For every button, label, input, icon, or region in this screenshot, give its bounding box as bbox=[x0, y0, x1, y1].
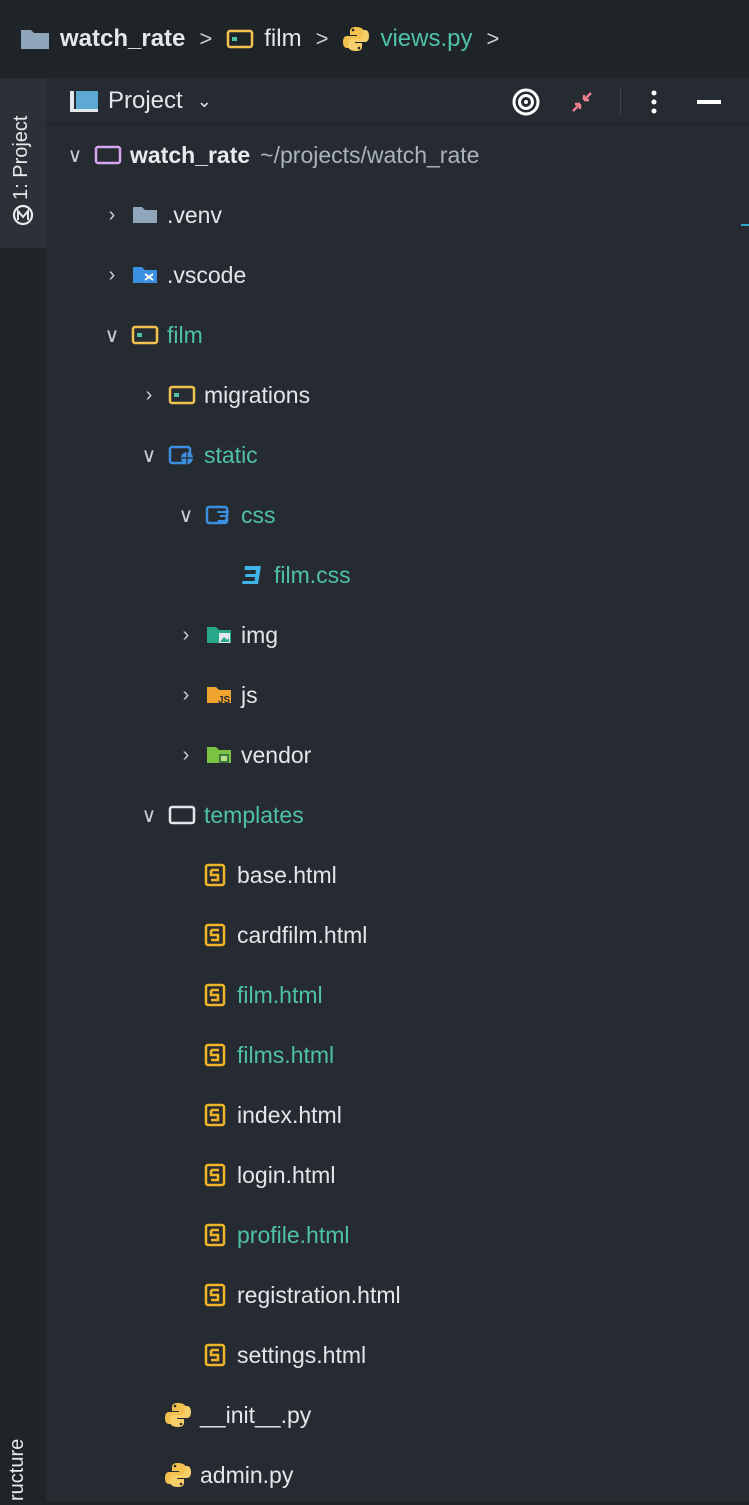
project-view-icon bbox=[70, 91, 98, 112]
python-file-icon bbox=[343, 27, 370, 51]
tree-item-img[interactable]: › img bbox=[175, 605, 278, 665]
chevron-down-icon[interactable]: ∨ bbox=[138, 803, 160, 828]
tree-item-vendor[interactable]: › vendor bbox=[175, 725, 312, 785]
chevron-right-icon[interactable]: › bbox=[175, 744, 197, 767]
panel-header: Project ⌄ bbox=[46, 78, 749, 125]
panel-title: Project bbox=[108, 87, 183, 114]
structure-tab-label[interactable]: ructure bbox=[6, 1439, 29, 1501]
project-view-selector[interactable]: Project ⌄ bbox=[68, 87, 212, 115]
project-tab-label: 1: Project bbox=[10, 115, 32, 200]
breadcrumb-separator: > bbox=[315, 26, 329, 51]
breadcrumb-item-views[interactable]: views.py bbox=[342, 25, 472, 53]
tree-item-css[interactable]: ∨ css bbox=[175, 485, 276, 545]
tree-item-profile-html[interactable]: profile.html bbox=[201, 1205, 349, 1265]
project-tool-tab[interactable]: 1: Project bbox=[0, 78, 46, 248]
package-folder-icon bbox=[227, 29, 254, 49]
more-icon bbox=[651, 90, 657, 114]
more-options-button[interactable] bbox=[636, 84, 672, 120]
package-folder-icon bbox=[131, 323, 159, 347]
chevron-down-icon[interactable]: ∨ bbox=[64, 143, 86, 168]
chevron-down-icon[interactable]: ∨ bbox=[175, 503, 197, 528]
tool-window-strip bbox=[0, 78, 46, 1501]
chevron-down-icon[interactable]: ∨ bbox=[101, 323, 123, 348]
folder-icon bbox=[131, 203, 159, 227]
tree-item-login-html[interactable]: login.html bbox=[201, 1145, 335, 1205]
chevron-down-icon[interactable]: ∨ bbox=[138, 443, 160, 468]
chevron-right-icon[interactable]: › bbox=[175, 684, 197, 707]
navigation-breadcrumb: watch_rate > film > views.py > bbox=[0, 0, 749, 78]
html-file-icon bbox=[201, 923, 229, 947]
image-folder-icon bbox=[205, 623, 233, 647]
js-folder-icon: JS bbox=[205, 683, 233, 707]
breadcrumb-separator: > bbox=[199, 26, 213, 51]
html-file-icon bbox=[201, 1223, 229, 1247]
tree-item-film-css[interactable]: film.css bbox=[238, 545, 351, 605]
chevron-right-icon[interactable]: › bbox=[101, 204, 123, 227]
tree-item-venv[interactable]: › .venv bbox=[101, 185, 222, 245]
tree-item-film[interactable]: ∨ film bbox=[101, 305, 203, 365]
minimize-icon bbox=[697, 100, 721, 104]
locate-button[interactable] bbox=[508, 84, 544, 120]
html-file-icon bbox=[201, 983, 229, 1007]
tree-item-migrations[interactable]: › migrations bbox=[138, 365, 310, 425]
web-folder-icon bbox=[168, 443, 196, 467]
html-file-icon bbox=[201, 863, 229, 887]
css-folder-icon bbox=[205, 503, 233, 527]
folder-icon bbox=[21, 30, 49, 49]
breadcrumb-item-film[interactable]: film bbox=[226, 25, 302, 53]
folder-outline-icon bbox=[94, 143, 122, 167]
tree-item-film-html[interactable]: film.html bbox=[201, 965, 323, 1025]
tree-item-settings-html[interactable]: settings.html bbox=[201, 1325, 366, 1385]
breadcrumb-item-watch-rate[interactable]: watch_rate bbox=[20, 25, 185, 53]
html-file-icon bbox=[201, 1283, 229, 1307]
tree-item-registration-html[interactable]: registration.html bbox=[201, 1265, 401, 1325]
vendor-folder-icon bbox=[205, 743, 233, 767]
tree-item-static[interactable]: ∨ static bbox=[138, 425, 258, 485]
folder-outline-icon bbox=[168, 803, 196, 827]
tree-item-vscode[interactable]: › .vscode bbox=[101, 245, 247, 305]
svg-text:JS: JS bbox=[218, 695, 231, 706]
scroll-indicator bbox=[741, 224, 749, 226]
toolbar-divider bbox=[620, 88, 621, 116]
chevron-right-icon[interactable]: › bbox=[175, 624, 197, 647]
html-file-icon bbox=[201, 1343, 229, 1367]
chevron-down-icon: ⌄ bbox=[196, 90, 212, 111]
css-file-icon bbox=[238, 563, 266, 587]
chevron-right-icon[interactable]: › bbox=[138, 384, 160, 407]
tree-item-cardfilm-html[interactable]: cardfilm.html bbox=[201, 905, 367, 965]
html-file-icon bbox=[201, 1163, 229, 1187]
vscode-folder-icon bbox=[131, 263, 159, 287]
tree-root-watch-rate[interactable]: ∨ watch_rate ~/projects/watch_rate bbox=[64, 125, 480, 185]
breadcrumb-trailing-separator: > bbox=[486, 26, 500, 51]
python-file-icon bbox=[164, 1403, 192, 1427]
tree-item-init-py[interactable]: __init__.py bbox=[164, 1385, 311, 1445]
collapse-icon bbox=[572, 92, 592, 112]
project-tab-icon bbox=[12, 204, 34, 226]
collapse-all-button[interactable] bbox=[564, 84, 600, 120]
tree-item-js[interactable]: › JS js bbox=[175, 665, 258, 725]
tree-item-admin-py[interactable]: admin.py bbox=[164, 1445, 293, 1505]
python-file-icon bbox=[164, 1463, 192, 1487]
tree-item-films-html[interactable]: films.html bbox=[201, 1025, 334, 1085]
html-file-icon bbox=[201, 1043, 229, 1067]
project-panel: Project ⌄ ∨ watch_rate ~/projects/watch_… bbox=[46, 78, 749, 1501]
chevron-right-icon[interactable]: › bbox=[101, 264, 123, 287]
locate-icon bbox=[512, 88, 540, 116]
root-path: ~/projects/watch_rate bbox=[260, 141, 480, 168]
minimize-button[interactable] bbox=[691, 84, 727, 120]
tree-item-index-html[interactable]: index.html bbox=[201, 1085, 342, 1145]
tree-item-templates[interactable]: ∨ templates bbox=[138, 785, 304, 845]
package-folder-icon bbox=[168, 383, 196, 407]
html-file-icon bbox=[201, 1103, 229, 1127]
tree-item-base-html[interactable]: base.html bbox=[201, 845, 337, 905]
